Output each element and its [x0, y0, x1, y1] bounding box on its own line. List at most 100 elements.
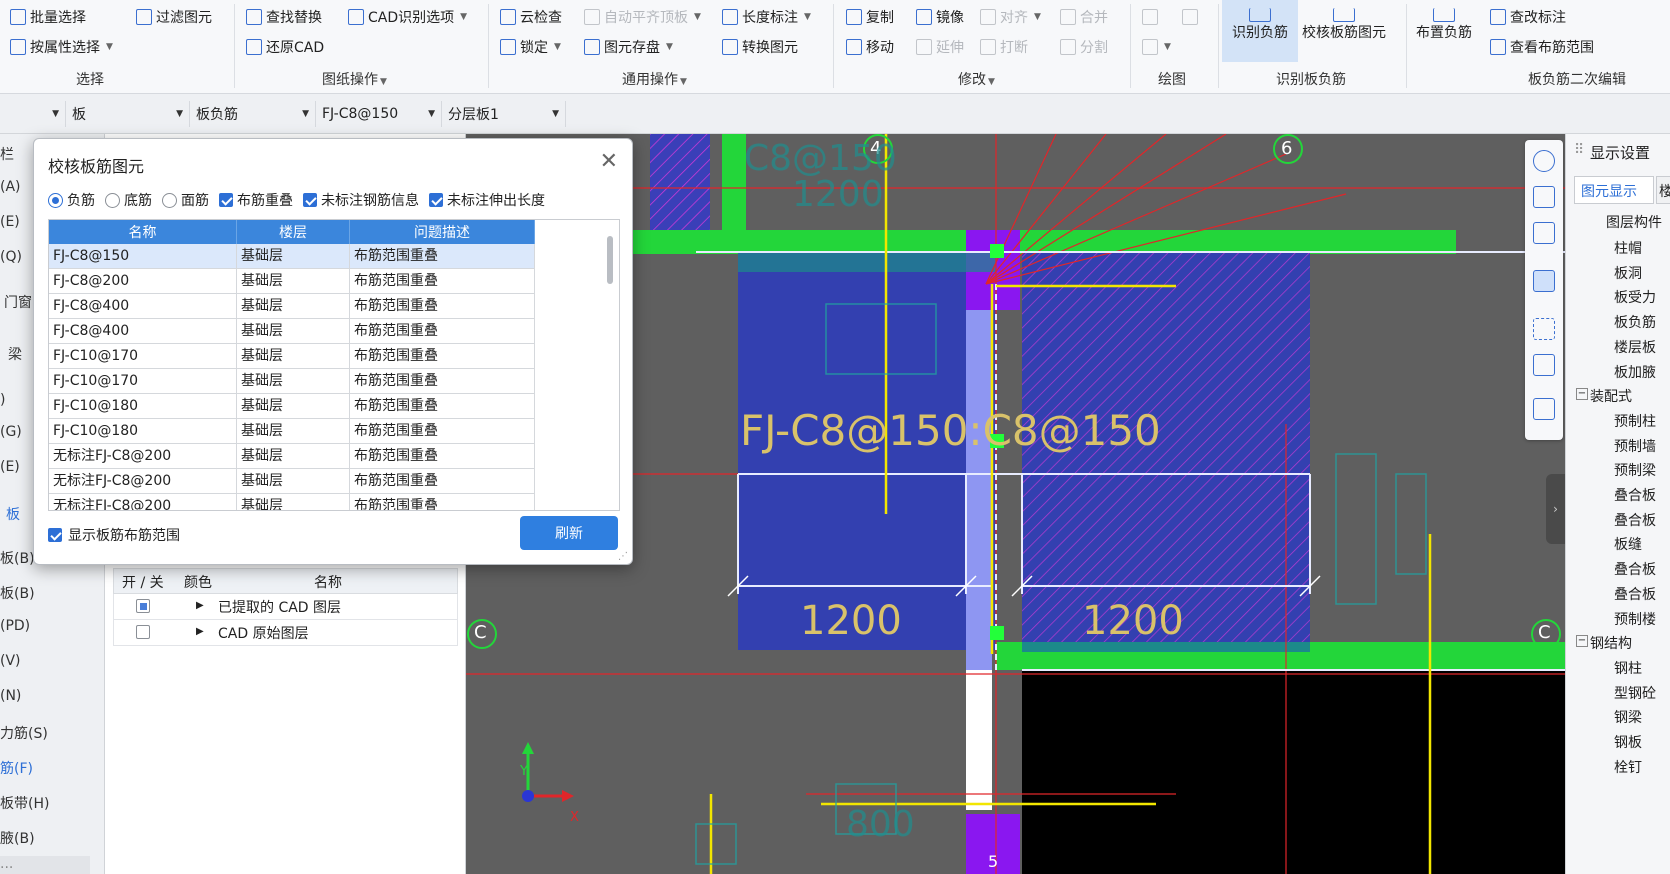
auto-align-top-button[interactable]: 自动平齐顶板 ▼	[584, 6, 701, 28]
close-icon[interactable]: ✕	[600, 149, 618, 174]
category-dropdown[interactable]: ▼	[0, 101, 66, 127]
orbit-icon[interactable]	[1533, 150, 1555, 172]
find-replace-button[interactable]: 查找替换	[246, 6, 322, 28]
align-button[interactable]: 对齐 ▼	[980, 6, 1041, 28]
show-range-checkbox[interactable]: 显示板筋布筋范围	[48, 525, 180, 545]
component-item[interactable]: 预制墙	[1614, 436, 1656, 456]
collapse-panel-tab[interactable]: ›	[1546, 474, 1565, 544]
nav-item[interactable]: 力筋(S)	[0, 723, 48, 743]
component-item[interactable]: 板受力	[1614, 287, 1656, 307]
component-item[interactable]: 钢柱	[1614, 658, 1642, 678]
nav-item[interactable]: (PD)	[0, 618, 30, 634]
extend-button[interactable]: 延伸	[916, 36, 964, 58]
check-mark-button[interactable]: 查改标注	[1490, 6, 1566, 28]
expand-arrow-icon[interactable]: ▶	[196, 600, 204, 611]
copy-button[interactable]: 复制	[846, 6, 894, 28]
table-row[interactable]: 无标注FJ-C8@200 基础层 布筋范围重叠	[49, 494, 535, 510]
cad-options-button[interactable]: CAD识别选项 ▼	[348, 6, 467, 28]
tab-floor[interactable]: 楼	[1656, 176, 1670, 204]
nav-item[interactable]: (E)	[0, 214, 20, 230]
nav-item[interactable]: 栏	[0, 144, 14, 164]
move-button[interactable]: 移动	[846, 36, 894, 58]
component-item[interactable]: 板缝	[1614, 534, 1642, 554]
nav-item[interactable]: (Q)	[0, 249, 22, 265]
break-button[interactable]: 打断	[980, 36, 1028, 58]
component-item[interactable]: 型钢砼	[1614, 683, 1656, 703]
rebar-type-dropdown[interactable]: 板负筋 ▼	[190, 101, 316, 127]
refresh-button[interactable]: 刷新	[520, 516, 618, 550]
restore-cad-button[interactable]: 还原CAD	[246, 36, 324, 58]
table-row[interactable]: 无标注FJ-C8@200 基础层 布筋范围重叠	[49, 444, 535, 469]
nav-item-negative-rebar[interactable]: 筋(F)	[0, 758, 33, 778]
zoom-extent-icon[interactable]	[1533, 318, 1555, 340]
tab-element-display[interactable]: 图元显示	[1574, 176, 1654, 204]
component-item[interactable]: 钢梁	[1614, 707, 1642, 727]
group-label-drawing-ops[interactable]: 图纸操作 ▼	[322, 69, 387, 89]
nav-item[interactable]: )	[0, 392, 5, 408]
layer-toggle-checkbox[interactable]	[136, 599, 150, 617]
element-type-dropdown[interactable]: 板 ▼	[66, 101, 190, 127]
expand-arrow-icon[interactable]: ▶	[196, 626, 204, 637]
radio-negative-rebar[interactable]: 负筋	[48, 190, 95, 210]
component-group[interactable]: 钢结构	[1590, 633, 1632, 653]
column-header-description[interactable]: 问题描述	[350, 220, 535, 244]
scrollbar-thumb[interactable]	[607, 236, 613, 284]
collapse-icon[interactable]: −	[1576, 388, 1588, 401]
cube-view-icon[interactable]	[1533, 222, 1555, 244]
table-row[interactable]: FJ-C10@180 基础层 布筋范围重叠	[49, 419, 535, 444]
nav-item[interactable]: (N)	[0, 688, 21, 704]
nav-item[interactable]: ...	[0, 856, 90, 874]
component-group[interactable]: 装配式	[1590, 386, 1632, 406]
component-item[interactable]: 预制柱	[1614, 411, 1656, 431]
column-header-name[interactable]: 名称	[49, 220, 237, 244]
layer-dropdown[interactable]: 分层板1 ▼	[442, 101, 566, 127]
grip-handle[interactable]	[990, 244, 1004, 258]
component-item[interactable]: 柱帽	[1614, 238, 1642, 258]
checkbox-overlap[interactable]: 布筋重叠	[219, 190, 293, 210]
component-item[interactable]: 叠合板	[1614, 510, 1656, 530]
save-element-button[interactable]: 图元存盘 ▼	[584, 36, 673, 58]
nav-item[interactable]: (A)	[0, 179, 21, 195]
table-row[interactable]: FJ-C8@200 基础层 布筋范围重叠	[49, 269, 535, 294]
nav-item[interactable]: 板带(H)	[0, 793, 49, 813]
nav-item[interactable]: (V)	[0, 653, 21, 669]
grip-handle[interactable]	[990, 626, 1004, 640]
box-select-icon[interactable]	[1533, 354, 1555, 376]
table-row[interactable]: FJ-C10@180 基础层 布筋范围重叠	[49, 394, 535, 419]
group-label-modify[interactable]: 修改 ▼	[958, 69, 995, 89]
filter-elements-button[interactable]: 过滤图元	[136, 6, 212, 28]
component-item[interactable]: 叠合板	[1614, 559, 1656, 579]
component-item[interactable]: 栓钉	[1614, 757, 1642, 777]
group-label-common-ops[interactable]: 通用操作 ▼	[622, 69, 687, 89]
convert-element-button[interactable]: 转换图元	[722, 36, 798, 58]
line-tool-button[interactable]	[1142, 6, 1158, 28]
table-row[interactable]: FJ-C10@170 基础层 布筋范围重叠	[49, 344, 535, 369]
table-row[interactable]: FJ-C8@400 基础层 布筋范围重叠	[49, 319, 535, 344]
nav-item-slab[interactable]: 板	[6, 504, 20, 524]
component-item[interactable]: 钢板	[1614, 732, 1642, 752]
component-item[interactable]: 楼层板	[1614, 337, 1656, 357]
component-item[interactable]: 板加腋	[1614, 362, 1656, 382]
rect-tool-button[interactable]	[1182, 6, 1198, 28]
nav-item[interactable]: 板(B)	[0, 583, 35, 603]
batch-select-button[interactable]: 批量选择	[10, 6, 86, 28]
component-item[interactable]: 叠合板	[1614, 584, 1656, 604]
component-item[interactable]: 预制梁	[1614, 460, 1656, 480]
rebar-annotation-label[interactable]: FJ-C8@150:C8@150	[740, 406, 1161, 455]
table-row[interactable]: 无标注FJ-C8@200 基础层 布筋范围重叠	[49, 469, 535, 494]
cube-solid-icon[interactable]	[1533, 270, 1555, 292]
mirror-button[interactable]: 镜像	[916, 6, 964, 28]
select-by-attribute-button[interactable]: 按属性选择 ▼	[10, 36, 113, 58]
component-item[interactable]: 叠合板	[1614, 485, 1656, 505]
table-row[interactable]: FJ-C10@170 基础层 布筋范围重叠	[49, 369, 535, 394]
nav-item-doors-windows[interactable]: 门窗	[4, 292, 32, 312]
table-row[interactable]: FJ-C8@400 基础层 布筋范围重叠	[49, 294, 535, 319]
radio-face-rebar[interactable]: 面筋	[162, 190, 209, 210]
nav-item[interactable]: (G)	[0, 424, 22, 440]
table-row[interactable]: FJ-C8@150 基础层 布筋范围重叠	[49, 244, 535, 269]
place-negative-rebar-button[interactable]: 布置负筋	[1416, 0, 1472, 62]
component-item[interactable]: 板洞	[1614, 263, 1642, 283]
identify-negative-rebar-button[interactable]: 识别负筋	[1222, 0, 1298, 62]
checkbox-no-rebar-info[interactable]: 未标注钢筋信息	[303, 190, 419, 210]
column-header-floor[interactable]: 楼层	[237, 220, 350, 244]
